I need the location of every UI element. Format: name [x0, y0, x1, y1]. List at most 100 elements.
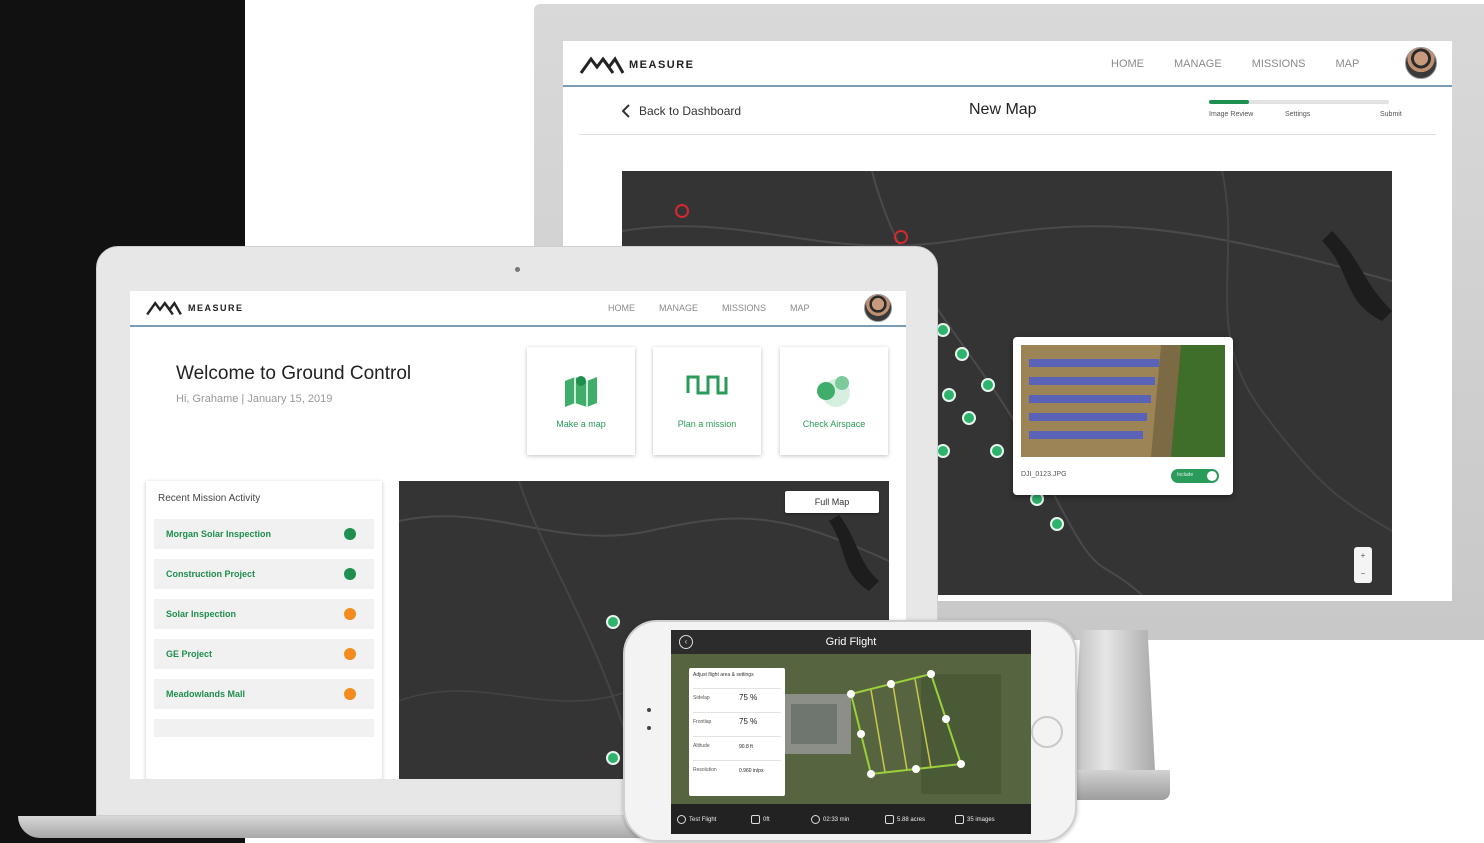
list-item[interactable]	[154, 719, 374, 737]
plan-a-mission-card[interactable]: Plan a mission	[653, 347, 761, 455]
flight-path-icon	[653, 373, 761, 397]
settings-title: Adjust flight area & settings	[693, 672, 754, 678]
altitude-value[interactable]: 90.8 ft	[739, 744, 753, 750]
nav-home[interactable]: HOME	[608, 303, 635, 313]
phone-title: Grid Flight	[825, 636, 877, 648]
wizard-progress-fill	[1209, 100, 1249, 104]
product-showcase: MEASURE HOME MANAGE MISSIONS MAP Back to…	[0, 0, 1484, 843]
nav-manage[interactable]: MANAGE	[659, 303, 698, 313]
full-map-button[interactable]: Full Map	[785, 491, 879, 513]
map-pin[interactable]	[962, 411, 976, 425]
map-pin[interactable]	[936, 444, 950, 458]
list-item[interactable]: Solar Inspection	[154, 599, 374, 629]
list-item[interactable]: Construction Project	[154, 559, 374, 589]
zoom-in-icon[interactable]: +	[1354, 547, 1372, 565]
nav-map[interactable]: MAP	[790, 303, 810, 313]
welcome-title: Welcome to Ground Control	[176, 363, 412, 384]
sidelap-setting[interactable]: Sidelap 75 %	[693, 688, 781, 708]
brand-logo[interactable]: MEASURE	[579, 55, 695, 75]
area-icon	[885, 815, 894, 824]
greeting-text: Hi, Grahame | January 15, 2019	[176, 393, 333, 405]
frontlap-setting[interactable]: Frontlap 75 %	[693, 712, 781, 732]
mountain-logo-icon	[146, 301, 182, 316]
images-stat: 35 images	[955, 815, 995, 824]
image-preview-popup: DJI_0123.JPG Include	[1013, 337, 1233, 495]
altitude-stat: 0ft	[751, 815, 770, 824]
zoom-control[interactable]: + −	[1354, 547, 1372, 583]
map-pin-excluded[interactable]	[894, 230, 908, 244]
area-value: 5.88 acres	[897, 816, 926, 823]
sidelap-label: Sidelap	[693, 695, 710, 701]
map-pin[interactable]	[606, 615, 620, 629]
include-toggle[interactable]: Include	[1171, 469, 1219, 483]
altitude-setting[interactable]: Altitude 90.8 ft	[693, 736, 781, 756]
altitude-icon	[751, 815, 760, 824]
home-button[interactable]	[1031, 716, 1063, 748]
status-dot	[344, 568, 356, 580]
list-item[interactable]: Meadowlands Mall	[154, 679, 374, 709]
phone-screen: ‹ Grid Flight Adjust flight area & setti…	[671, 630, 1031, 834]
sidelap-value[interactable]: 75 %	[739, 693, 757, 702]
resolution-value[interactable]: 0.960 in/px	[739, 768, 763, 774]
brand-logo[interactable]: MEASURE	[144, 300, 244, 316]
nav-manage[interactable]: MANAGE	[1174, 58, 1222, 70]
include-label: Include	[1177, 472, 1194, 478]
brand-name: MEASURE	[629, 59, 695, 71]
map-pin[interactable]	[981, 378, 995, 392]
brand-name: MEASURE	[188, 303, 244, 313]
wizard-progress	[1209, 100, 1389, 104]
phone-speaker	[647, 708, 651, 754]
step-image-review[interactable]: Image Review	[1209, 111, 1253, 118]
aerial-flight-map[interactable]: Adjust flight area & settings Sidelap 75…	[671, 654, 1031, 804]
area-stat: 5.88 acres	[885, 815, 925, 824]
image-filename: DJI_0123.JPG	[1021, 471, 1067, 478]
map-pin[interactable]	[955, 347, 969, 361]
map-pin[interactable]	[942, 388, 956, 402]
monitor-stand	[1072, 630, 1156, 790]
nav-missions[interactable]: MISSIONS	[722, 303, 766, 313]
step-settings[interactable]: Settings	[1285, 111, 1310, 118]
images-value: 35 images	[967, 816, 995, 823]
avatar[interactable]	[864, 294, 892, 322]
make-a-map-label: Make a map	[556, 419, 606, 429]
status-dot	[344, 648, 356, 660]
avatar[interactable]	[1405, 47, 1437, 79]
timer-icon	[811, 815, 820, 824]
list-item[interactable]: Morgan Solar Inspection	[154, 519, 374, 549]
step-submit[interactable]: Submit	[1380, 111, 1402, 118]
nav-home[interactable]: HOME	[1111, 58, 1144, 70]
resolution-setting[interactable]: Resolution 0.960 in/px	[693, 760, 781, 780]
status-dot	[344, 608, 356, 620]
zoom-out-icon[interactable]: −	[1354, 565, 1372, 583]
chevron-left-icon	[621, 104, 630, 118]
mission-name: Construction Project	[166, 569, 256, 579]
back-label: Back to Dashboard	[639, 104, 742, 118]
nav-missions[interactable]: MISSIONS	[1252, 58, 1306, 70]
map-pin[interactable]	[1050, 517, 1064, 531]
frontlap-label: Frontlap	[693, 719, 712, 725]
nav-map[interactable]: MAP	[1335, 58, 1359, 70]
airspace-icon	[780, 373, 888, 409]
check-icon	[677, 815, 686, 824]
status-dot	[344, 528, 356, 540]
back-icon[interactable]: ‹	[679, 635, 693, 649]
map-pin[interactable]	[990, 444, 1004, 458]
back-to-dashboard-link[interactable]: Back to Dashboard	[621, 103, 741, 119]
test-flight-label: Test Flight	[689, 816, 717, 823]
test-flight-button[interactable]: Test Flight	[677, 815, 716, 824]
solar-array-image	[1021, 345, 1225, 457]
flight-settings-panel: Adjust flight area & settings Sidelap 75…	[689, 668, 785, 796]
mission-name: Morgan Solar Inspection	[166, 529, 272, 539]
recent-mission-activity-panel: Recent Mission Activity Morgan Solar Ins…	[146, 481, 382, 779]
camera-icon	[515, 267, 520, 272]
make-a-map-card[interactable]: Make a map	[527, 347, 635, 455]
frontlap-value[interactable]: 75 %	[739, 717, 757, 726]
check-airspace-card[interactable]: Check Airspace	[780, 347, 888, 455]
list-item[interactable]: GE Project	[154, 639, 374, 669]
map-pin[interactable]	[606, 751, 620, 765]
desktop-header: MEASURE HOME MANAGE MISSIONS MAP	[563, 41, 1452, 87]
toggle-knob	[1207, 471, 1217, 481]
laptop-header: MEASURE HOME MANAGE MISSIONS MAP	[130, 291, 906, 327]
map-pin[interactable]	[936, 323, 950, 337]
map-pin-excluded[interactable]	[675, 204, 689, 218]
